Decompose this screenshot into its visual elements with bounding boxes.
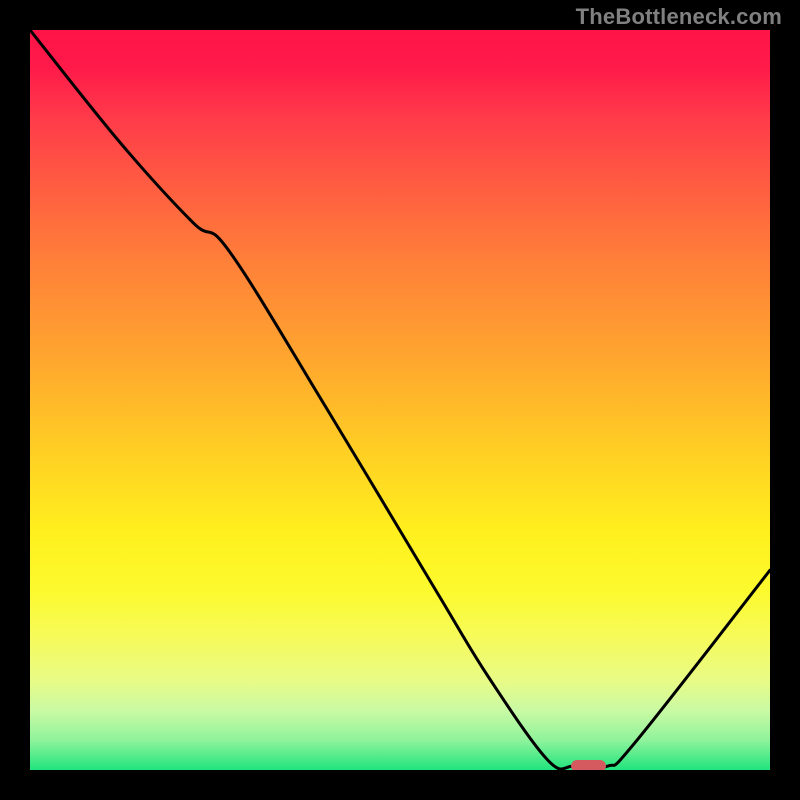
chart-plot-area [30,30,770,770]
bottleneck-curve-svg [30,30,770,770]
optimal-point-marker [571,760,607,770]
bottleneck-curve-path [30,30,770,769]
attribution-text: TheBottleneck.com [576,4,782,30]
